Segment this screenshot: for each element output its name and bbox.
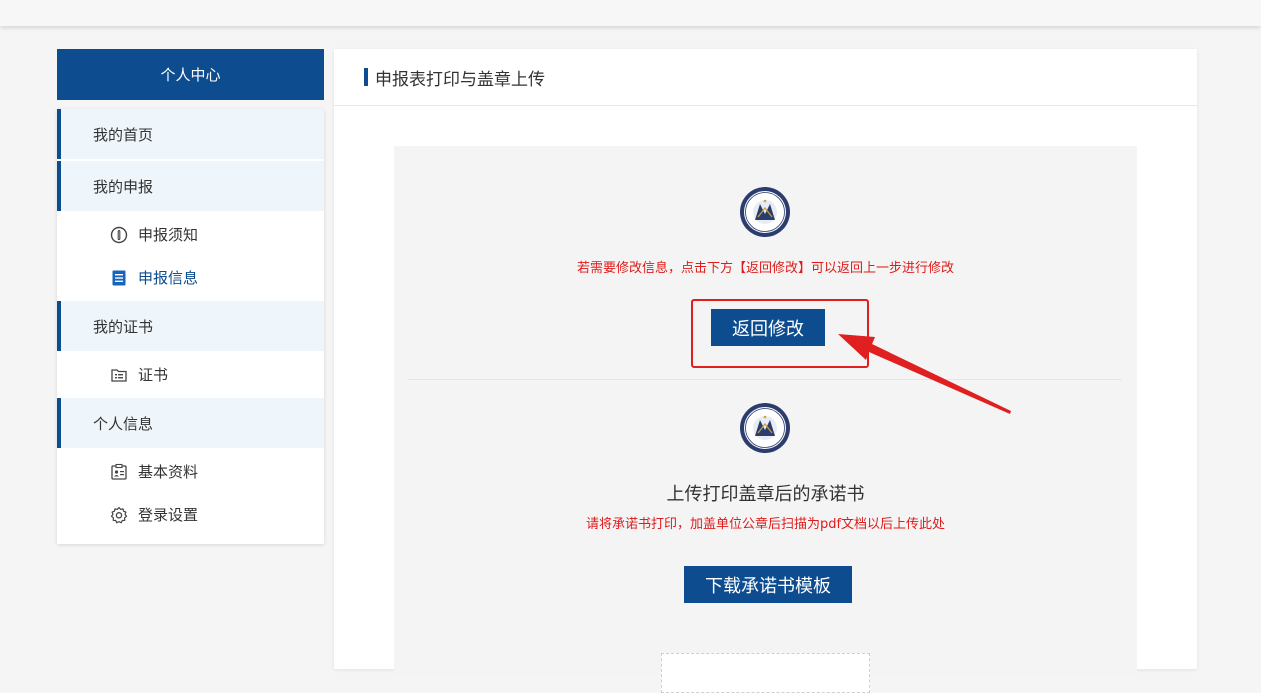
sidebar-subitem-label: 证书	[138, 366, 169, 384]
sidebar-subitem-basic-profile[interactable]: 基本资料	[57, 450, 324, 493]
sidebar-item-my-application[interactable]: 我的申报	[57, 161, 324, 211]
sidebar-menu: 我的首页 我的申报 申报须知 申报信息 我的证书 证书 个人信息 基本资料 登录…	[57, 109, 324, 544]
sidebar-item-my-certificates[interactable]: 我的证书	[57, 301, 324, 351]
id-card-icon	[110, 463, 128, 481]
upload-dropzone[interactable]	[661, 653, 870, 693]
sidebar-subitem-application-notice[interactable]: 申报须知	[57, 213, 324, 256]
sidebar-item-home[interactable]: 我的首页	[57, 109, 324, 159]
top-bar	[0, 0, 1261, 26]
sidebar: 个人中心 我的首页 我的申报 申报须知 申报信息 我的证书 证书 个人信息 基本…	[57, 49, 324, 544]
panel-header: 申报表打印与盖章上传	[334, 49, 1197, 106]
return-modify-button[interactable]: 返回修改	[711, 309, 825, 346]
upload-notice: 请将承诺书打印，加盖单位公章后扫描为pdf文档以后上传此处	[585, 517, 946, 532]
sidebar-subitem-application-info[interactable]: 申报信息	[57, 256, 324, 299]
download-template-button[interactable]: 下载承诺书模板	[684, 566, 852, 603]
gear-icon	[110, 506, 128, 524]
sidebar-subitem-label: 基本资料	[138, 463, 199, 481]
title-accent-bar	[364, 68, 368, 86]
document-list-icon	[110, 269, 128, 287]
page-title: 申报表打印与盖章上传	[375, 69, 545, 90]
content-area: 若需要修改信息，点击下方【返回修改】可以返回上一步进行修改 返回修改 上传打印盖…	[394, 146, 1137, 693]
association-emblem-icon	[740, 403, 790, 453]
sidebar-subitem-certificate[interactable]: 证书	[57, 353, 324, 396]
sidebar-item-personal-info[interactable]: 个人信息	[57, 398, 324, 448]
sidebar-subitem-login-settings[interactable]: 登录设置	[57, 493, 324, 536]
info-circle-icon	[110, 226, 128, 244]
modify-notice: 若需要修改信息，点击下方【返回修改】可以返回上一步进行修改	[576, 261, 954, 276]
sidebar-header: 个人中心	[57, 49, 324, 100]
sidebar-subitem-label: 申报须知	[138, 226, 199, 244]
association-emblem-icon	[740, 187, 790, 237]
section-divider	[408, 379, 1122, 380]
main-panel: 申报表打印与盖章上传 若需要修改信息，点击下方【返回修改】可以返回上一步进行修改…	[334, 49, 1197, 693]
sidebar-subitem-label: 申报信息	[138, 269, 199, 287]
folder-document-icon	[110, 366, 128, 384]
sidebar-subitem-label: 登录设置	[138, 506, 199, 524]
upload-section-title: 上传打印盖章后的承诺书	[666, 484, 865, 505]
